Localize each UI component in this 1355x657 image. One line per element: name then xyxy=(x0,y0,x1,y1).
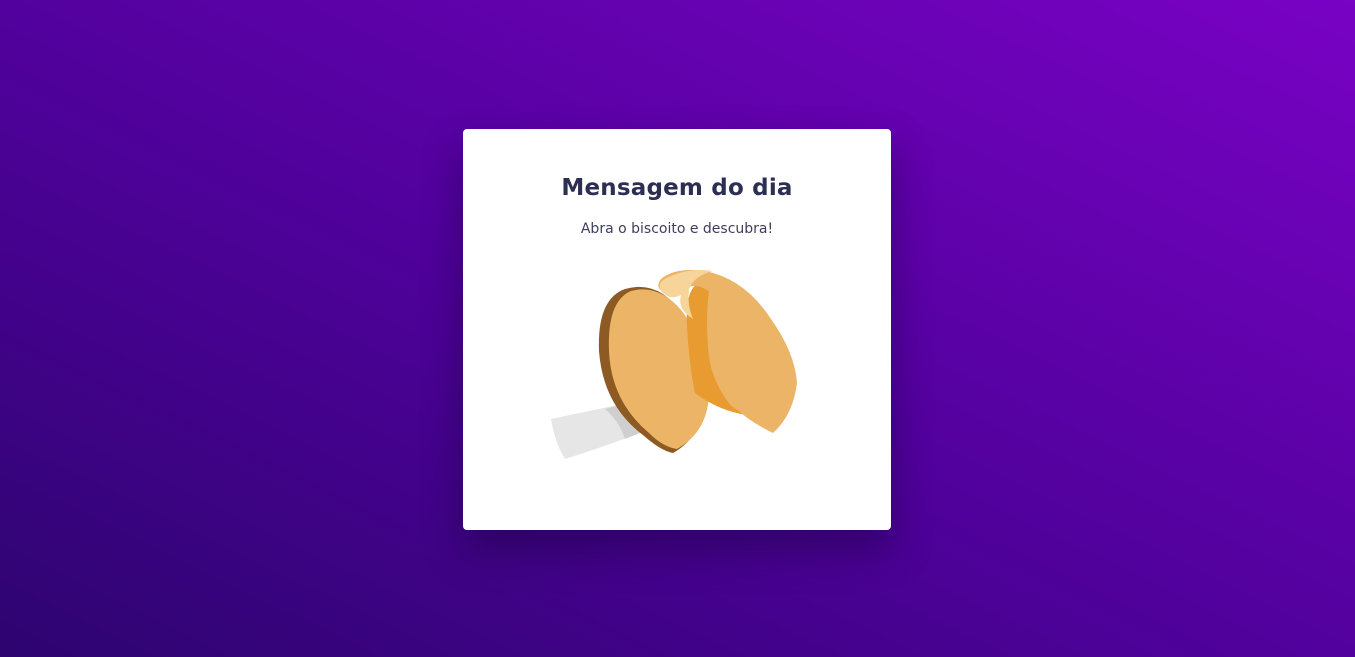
card-subtitle: Abra o biscoito e descubra! xyxy=(580,221,774,237)
fortune-cookie-button[interactable] xyxy=(549,265,801,461)
fortune-cookie-icon xyxy=(551,270,797,459)
message-card: Mensagem do dia Abra o biscoito e descub… xyxy=(463,129,891,530)
card-title: Mensagem do dia xyxy=(561,175,793,201)
